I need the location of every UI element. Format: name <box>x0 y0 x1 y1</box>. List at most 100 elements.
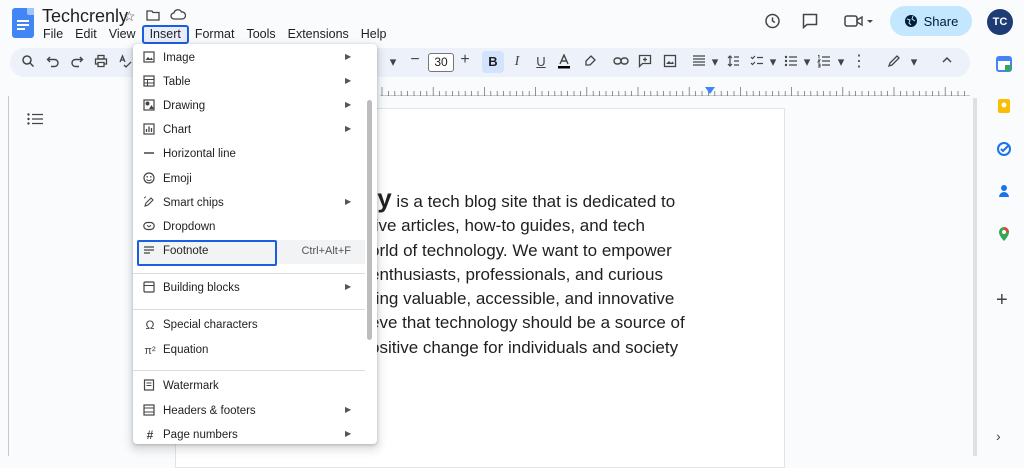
submenu-arrow-icon: ▶ <box>345 124 352 133</box>
comments-icon[interactable] <box>799 10 821 32</box>
avatar[interactable]: TC <box>987 9 1013 35</box>
keep-icon[interactable] <box>996 98 1012 114</box>
search-menus-icon[interactable] <box>21 54 39 68</box>
editing-mode-dropdown-icon[interactable]: ▾ <box>905 54 923 70</box>
table-icon <box>143 75 157 89</box>
bulleted-list-dropdown-icon[interactable]: ▾ <box>798 54 816 70</box>
submenu-arrow-icon: ▶ <box>345 282 352 291</box>
more-options-icon[interactable]: ⋮ <box>850 51 868 71</box>
pi-icon: π² <box>144 345 156 357</box>
cloud-status-icon[interactable] <box>169 8 186 25</box>
insert-menu: Image ▶ Table ▶ Drawing ▶ Chart ▶ Horizontal lin… <box>133 44 377 444</box>
menu-insert[interactable]: Insert <box>141 25 189 44</box>
globe-icon <box>904 14 918 28</box>
print-icon[interactable] <box>94 54 112 68</box>
submenu-arrow-icon: ▶ <box>345 52 352 61</box>
font-size-input[interactable]: 30 <box>428 53 454 72</box>
text-line-2: tive articles, how-to guides, and tech <box>370 216 645 236</box>
horizontal-ruler[interactable] <box>380 86 970 96</box>
calendar-icon[interactable] <box>996 56 1012 72</box>
checklist-dropdown-icon[interactable]: ▾ <box>764 54 782 70</box>
menu-edit[interactable]: Edit <box>69 25 103 44</box>
menu-item-equation[interactable]: π² Equation <box>133 339 377 363</box>
text-color-icon[interactable] <box>557 54 575 69</box>
underline-icon[interactable]: U <box>532 54 550 69</box>
line-spacing-icon[interactable] <box>726 54 744 68</box>
vertical-ruler[interactable] <box>8 96 9 456</box>
submenu-arrow-icon: ▶ <box>345 197 352 206</box>
menu-item-drawing[interactable]: Drawing ▶ <box>133 95 377 119</box>
maps-icon[interactable] <box>996 226 1012 242</box>
align-dropdown-icon[interactable]: ▾ <box>706 54 724 70</box>
docs-logo-icon[interactable] <box>12 8 34 38</box>
document-body-text[interactable]: ly is a tech blog site that is dedicated… <box>370 185 712 360</box>
add-comment-icon[interactable] <box>638 54 656 68</box>
document-title[interactable]: Techcrenly <box>42 6 128 27</box>
menu-separator <box>133 309 365 310</box>
menu-tools[interactable]: Tools <box>240 25 281 44</box>
menu-item-special-characters[interactable]: Ω Special characters <box>133 314 377 338</box>
menu-item-image[interactable]: Image ▶ <box>133 47 377 71</box>
version-history-icon[interactable] <box>761 10 783 32</box>
smart-chips-icon <box>143 196 157 210</box>
menu-item-table[interactable]: Table ▶ <box>133 71 377 95</box>
menu-item-emoji[interactable]: Emoji <box>133 168 377 192</box>
menu-file[interactable]: File <box>37 25 69 44</box>
redo-icon[interactable] <box>70 54 88 68</box>
menu-item-building-blocks[interactable]: Building blocks ▶ <box>133 277 377 301</box>
insert-image-icon[interactable] <box>663 54 681 68</box>
menu-item-chart[interactable]: Chart ▶ <box>133 119 377 143</box>
move-folder-icon[interactable] <box>145 8 160 25</box>
text-line-6: eve that technology should be a source o… <box>370 313 685 333</box>
numbered-list-dropdown-icon[interactable]: ▾ <box>832 54 850 70</box>
editing-mode-icon[interactable] <box>887 54 905 68</box>
drawing-icon <box>143 99 157 113</box>
text-line-5: ring valuable, accessible, and innovativ… <box>370 289 675 309</box>
dropdown-icon <box>143 220 157 234</box>
font-dropdown-arrow-icon[interactable]: ▾ <box>384 54 402 70</box>
get-add-ons-icon[interactable]: + <box>996 290 1012 310</box>
text-line-1: is a tech blog site that is dedicated to <box>391 192 676 211</box>
menu-format[interactable]: Format <box>189 25 241 44</box>
right-indent-marker-icon[interactable] <box>705 87 715 94</box>
submenu-arrow-icon: ▶ <box>345 100 352 109</box>
contacts-icon[interactable] <box>996 183 1012 199</box>
chart-icon <box>143 123 157 137</box>
star-icon[interactable]: ☆ <box>123 8 136 25</box>
side-panel: + › <box>985 48 1024 456</box>
italic-icon[interactable]: I <box>508 54 526 70</box>
bold-icon[interactable]: B <box>484 54 502 69</box>
tasks-icon[interactable] <box>996 141 1012 157</box>
omega-icon: Ω <box>145 318 155 332</box>
headers-footers-icon <box>143 404 157 418</box>
menu-item-label: Dropdown <box>163 221 216 233</box>
highlight-color-icon[interactable] <box>583 54 601 68</box>
menu-item-label: Headers & footers <box>163 405 256 417</box>
menu-item-headers-footers[interactable]: Headers & footers ▶ <box>133 400 377 424</box>
page-numbers-icon: # <box>146 428 154 442</box>
document-scrollbar[interactable] <box>973 98 977 456</box>
menu-view[interactable]: View <box>103 25 142 44</box>
menu-item-label: Drawing <box>163 100 206 112</box>
menu-item-dropdown[interactable]: Dropdown <box>133 216 377 240</box>
menu-extensions[interactable]: Extensions <box>282 25 355 44</box>
undo-icon[interactable] <box>46 54 64 68</box>
menu-item-watermark[interactable]: Watermark <box>133 375 377 399</box>
share-label: Share <box>923 13 959 29</box>
menu-item-horizontal-line[interactable]: Horizontal line <box>133 143 377 167</box>
meet-icon[interactable] <box>842 10 876 32</box>
menu-item-label: Special characters <box>163 319 258 331</box>
menu-item-smart-chips[interactable]: Smart chips ▶ <box>133 192 377 216</box>
insert-link-icon[interactable] <box>613 54 631 68</box>
menu-bar: File Edit View Insert Format Tools Exten… <box>37 25 393 44</box>
decrease-font-size-icon[interactable]: − <box>406 51 424 69</box>
show-side-panel-chevron-icon[interactable]: › <box>996 428 1012 444</box>
document-outline-icon[interactable] <box>27 113 43 125</box>
menu-help[interactable]: Help <box>355 25 393 44</box>
menu-item-page-numbers[interactable]: # Page numbers ▶ <box>133 424 377 448</box>
increase-font-size-icon[interactable]: + <box>456 51 474 69</box>
menu-item-label: Building blocks <box>163 282 240 294</box>
hide-menus-chevron-icon[interactable] <box>941 54 959 66</box>
menu-separator <box>133 370 365 371</box>
share-button[interactable]: Share <box>890 6 972 36</box>
